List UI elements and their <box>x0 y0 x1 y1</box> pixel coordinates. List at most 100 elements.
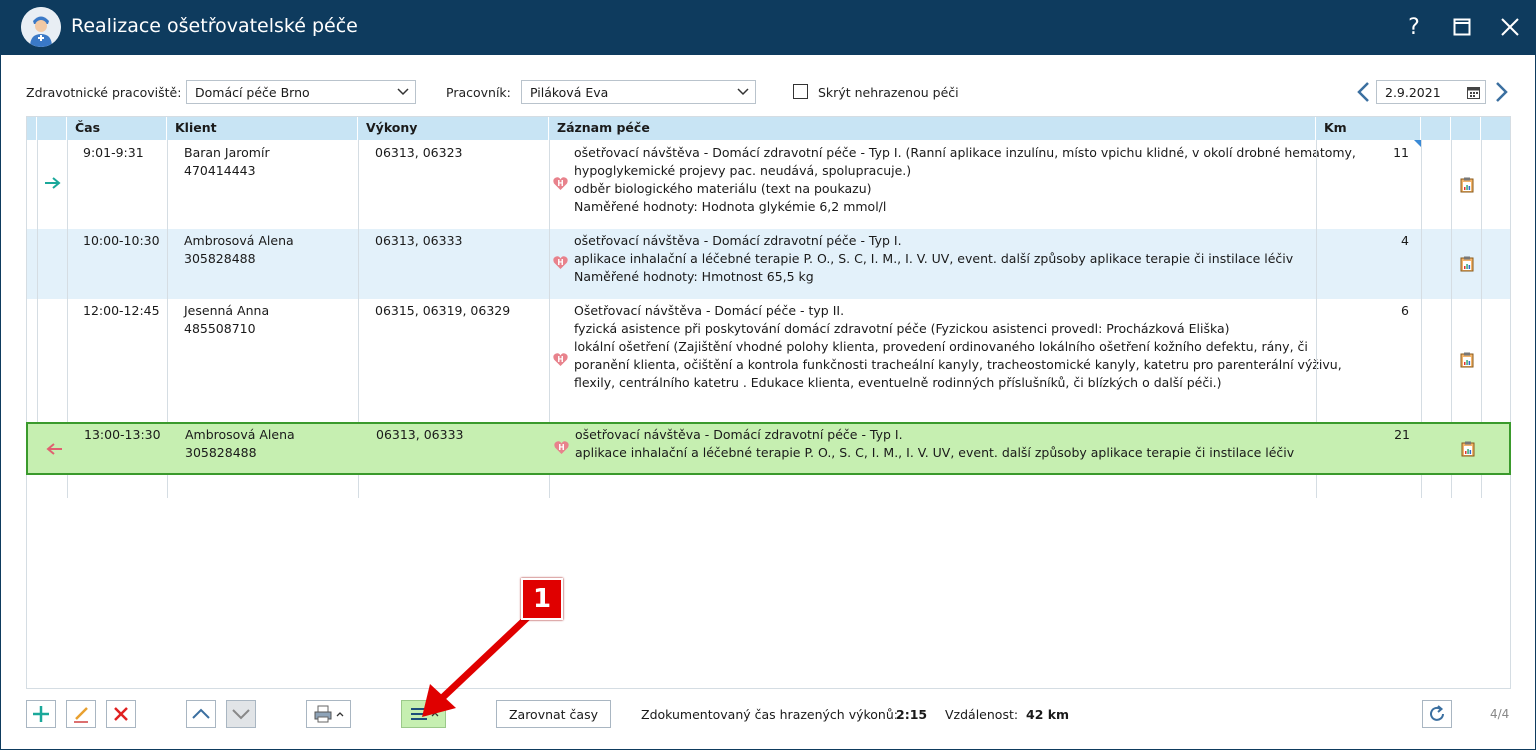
date-input[interactable]: 2.9.2021 <box>1376 80 1486 104</box>
svg-text:H: H <box>557 179 563 188</box>
client-id: 305828488 <box>185 445 257 460</box>
client-id: 470414443 <box>184 163 256 178</box>
care-line: aplikace inhalační a léčebné terapie P. … <box>575 445 1295 460</box>
care-line: fyzická asistence při poskytování domácí… <box>574 321 1230 336</box>
time-cell: 10:00-10:30 <box>83 233 160 248</box>
client-name: Jesenná Anna <box>184 303 270 318</box>
column-header-care-record[interactable]: Záznam péče <box>549 117 1316 140</box>
time-cell: 13:00-13:30 <box>84 427 161 442</box>
move-up-button[interactable] <box>186 700 216 728</box>
maximize-button[interactable] <box>1447 12 1477 42</box>
column-divider <box>37 140 38 422</box>
care-record-cell: Ošetřovací návštěva - Domácí péče - typ … <box>574 302 1342 392</box>
care-record-cell: ošetřovací návštěva - Domácí zdravotní p… <box>574 232 1293 286</box>
chevron-down-icon <box>737 88 749 96</box>
care-line: flexily, centrálního katetru . Edukace k… <box>574 375 1222 390</box>
next-day-button[interactable] <box>1492 80 1510 104</box>
table-row[interactable]: 9:01-9:31 Baran Jaromír 470414443 06313,… <box>27 140 1510 229</box>
km-cell: 11 <box>1393 145 1409 160</box>
comment-marker <box>1414 140 1421 147</box>
km-cell: 21 <box>1394 427 1410 442</box>
table-row[interactable]: 12:00-12:45 Jesenná Anna 485508710 06315… <box>27 299 1510 421</box>
care-grid: Čas Klient Výkony Záznam péče Km 9:01-9:… <box>26 116 1511 689</box>
health-insurance-icon: H <box>553 353 568 366</box>
care-line: poranění klienta, očištění a kontrola fu… <box>574 357 1342 372</box>
care-line: hypoglykemické projevy pac. neudává, spo… <box>574 163 912 178</box>
calendar-icon[interactable] <box>1467 86 1480 99</box>
care-line: Naměřené hodnoty: Hodnota glykémie 6,2 m… <box>574 199 887 214</box>
chevron-down-icon <box>232 709 250 720</box>
clipboard-icon[interactable] <box>1460 177 1474 193</box>
clipboard-icon[interactable] <box>1461 441 1475 457</box>
documented-time-label: Zdokumentovaný čas hrazených výkonů: <box>641 707 898 722</box>
column-header-procedures[interactable]: Výkony <box>358 117 549 140</box>
close-icon <box>1501 18 1519 36</box>
clipboard-icon[interactable] <box>1460 352 1474 368</box>
record-counter: 4/4 <box>1490 707 1510 721</box>
printer-icon <box>314 705 343 723</box>
care-line: ošetřovací návštěva - Domácí zdravotní p… <box>574 145 1356 160</box>
care-line: ošetřovací návštěva - Domácí zdravotní p… <box>575 427 903 442</box>
time-cell: 12:00-12:45 <box>83 303 160 318</box>
care-line: odběr biologického materiálu (text na po… <box>574 181 872 196</box>
distance-label: Vzdálenost: <box>945 707 1019 722</box>
clipboard-icon[interactable] <box>1460 256 1474 272</box>
client-name: Ambrosová Alena <box>185 427 295 442</box>
care-line: lokální ošetření (Zajištění vhodné poloh… <box>574 339 1308 354</box>
help-button[interactable]: ? <box>1399 12 1429 42</box>
annotation-callout: 1 <box>521 578 563 620</box>
column-header-time[interactable]: Čas <box>67 117 167 140</box>
km-cell: 6 <box>1401 303 1409 318</box>
header-extra-2 <box>1451 117 1481 140</box>
plus-icon <box>33 706 49 722</box>
add-button[interactable] <box>26 700 56 728</box>
refresh-button[interactable] <box>1422 700 1452 728</box>
svg-text:H: H <box>557 258 563 267</box>
svg-text:H: H <box>558 443 564 452</box>
client-name: Baran Jaromír <box>184 145 270 160</box>
column-header-client[interactable]: Klient <box>167 117 358 140</box>
workplace-label: Zdravotnické pracoviště: <box>26 85 182 100</box>
svg-text:H: H <box>557 355 563 364</box>
client-id: 485508710 <box>184 321 256 336</box>
chevron-right-icon <box>1496 82 1508 102</box>
close-button[interactable] <box>1495 12 1525 42</box>
grid-header: Čas Klient Výkony Záznam péče Km <box>27 117 1510 140</box>
client-id: 305828488 <box>184 251 256 266</box>
maximize-icon <box>1453 18 1471 36</box>
delete-button[interactable] <box>106 700 136 728</box>
procedures-cell: 06313, 06323 <box>375 145 463 160</box>
date-value: 2.9.2021 <box>1385 85 1441 100</box>
procedures-cell: 06313, 06333 <box>376 427 464 442</box>
refresh-icon <box>1430 705 1444 721</box>
edit-button[interactable] <box>66 700 96 728</box>
care-line: Ošetřovací návštěva - Domácí péče - typ … <box>574 303 845 318</box>
procedures-cell: 06315, 06319, 06329 <box>375 303 511 318</box>
worker-select[interactable]: Piláková Eva <box>521 80 756 104</box>
care-line: aplikace inhalační a léčebné terapie P. … <box>574 251 1294 266</box>
nurse-icon <box>21 7 61 47</box>
header-spacer <box>27 117 37 140</box>
km-cell: 4 <box>1401 233 1409 248</box>
arrow-left-icon <box>46 443 62 455</box>
arrow-right-icon <box>45 177 61 189</box>
health-insurance-icon: H <box>553 256 568 269</box>
workplace-select[interactable]: Domácí péče Brno <box>186 80 416 104</box>
worker-label: Pracovník: <box>446 85 511 100</box>
previous-day-button[interactable] <box>1355 80 1373 104</box>
move-down-button[interactable] <box>226 700 256 728</box>
care-line: ošetřovací návštěva - Domácí zdravotní p… <box>574 233 902 248</box>
table-row[interactable]: 10:00-10:30 Ambrosová Alena 305828488 06… <box>27 229 1510 299</box>
hide-unpaid-checkbox[interactable] <box>793 84 808 99</box>
health-insurance-icon: H <box>554 441 569 454</box>
distance-value: 42 km <box>1026 707 1070 722</box>
table-row-selected[interactable]: 13:00-13:30 Ambrosová Alena 305828488 06… <box>26 422 1511 475</box>
health-insurance-icon: H <box>553 177 568 190</box>
care-line: Naměřené hodnoty: Hmotnost 65,5 kg <box>574 269 814 284</box>
chevron-left-icon <box>1357 82 1369 102</box>
column-header-km[interactable]: Km <box>1316 117 1421 140</box>
header-extra-1 <box>1421 117 1451 140</box>
workplace-value: Domácí péče Brno <box>195 85 310 100</box>
care-record-cell: ošetřovací návštěva - Domácí zdravotní p… <box>574 144 1356 216</box>
print-button[interactable] <box>306 700 351 728</box>
